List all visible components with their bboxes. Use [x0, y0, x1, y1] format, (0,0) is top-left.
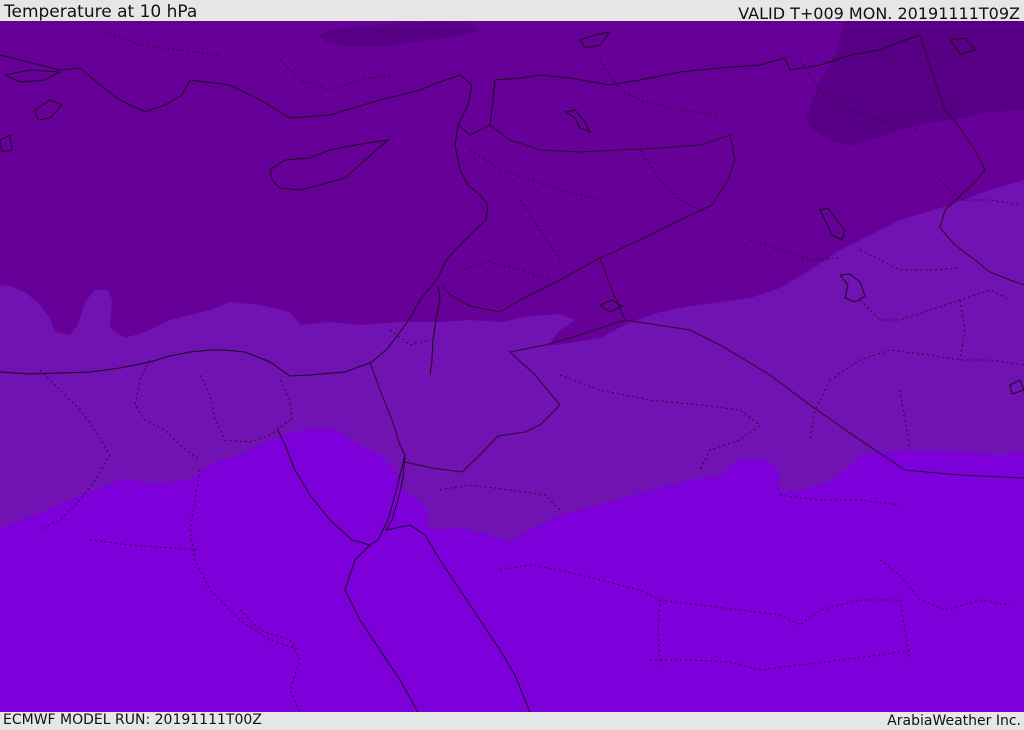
temperature-map[interactable] — [0, 21, 1024, 712]
header-bar: Temperature at 10 hPa VALID T+009 MON. 2… — [0, 0, 1024, 23]
map-title: Temperature at 10 hPa — [4, 2, 198, 22]
model-run-label: ECMWF MODEL RUN: 20191111T00Z — [3, 712, 262, 728]
footer-bar: ECMWF MODEL RUN: 20191111T00Z ArabiaWeat… — [0, 712, 1024, 729]
credit-label: ArabiaWeather Inc. — [887, 713, 1021, 729]
map-panel[interactable] — [0, 21, 1024, 712]
